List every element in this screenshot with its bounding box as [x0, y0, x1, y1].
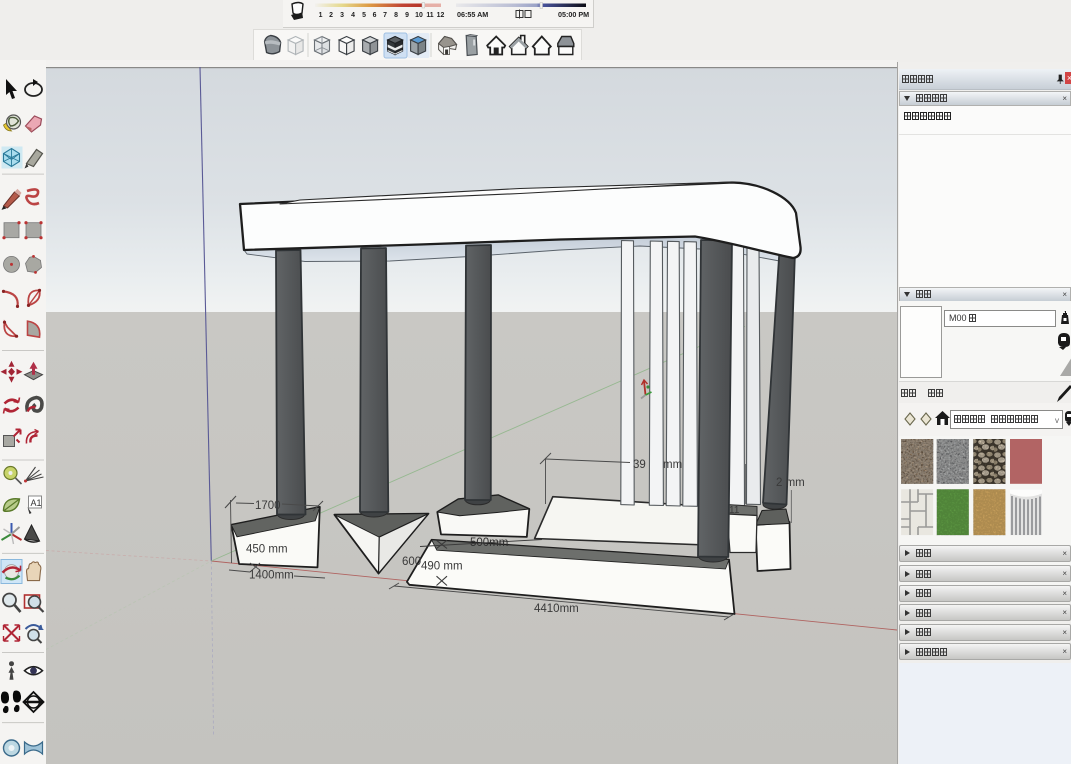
- svg-text:600: 600: [402, 556, 421, 568]
- svg-text:7: 7: [383, 12, 387, 19]
- svg-text:05:00 PM: 05:00 PM: [558, 10, 589, 19]
- svg-text:4410mm: 4410mm: [534, 603, 579, 615]
- svg-text:2 mm: 2 mm: [776, 477, 805, 489]
- svg-text:11: 11: [729, 505, 740, 516]
- svg-text:12: 12: [437, 12, 445, 19]
- svg-text:9: 9: [405, 12, 409, 19]
- svg-text:1700: 1700: [255, 500, 281, 512]
- svg-text:39: 39: [633, 459, 646, 471]
- svg-text:10: 10: [415, 12, 423, 19]
- svg-text:6: 6: [373, 12, 377, 19]
- svg-text:A1: A1: [31, 498, 42, 508]
- svg-text:06:55 AM: 06:55 AM: [457, 10, 488, 19]
- svg-text:11: 11: [426, 12, 433, 19]
- svg-text:450 mm: 450 mm: [246, 544, 288, 556]
- svg-text:500mm: 500mm: [470, 537, 508, 549]
- svg-text:2: 2: [329, 12, 333, 19]
- svg-text:1: 1: [319, 12, 323, 19]
- svg-text:4: 4: [351, 12, 355, 19]
- svg-text:5: 5: [362, 12, 366, 19]
- svg-text:8: 8: [394, 12, 398, 19]
- svg-text:mm: mm: [663, 459, 682, 471]
- svg-text:1400mm: 1400mm: [249, 570, 294, 582]
- svg-text:3: 3: [340, 12, 344, 19]
- svg-text:490 mm: 490 mm: [421, 561, 463, 573]
